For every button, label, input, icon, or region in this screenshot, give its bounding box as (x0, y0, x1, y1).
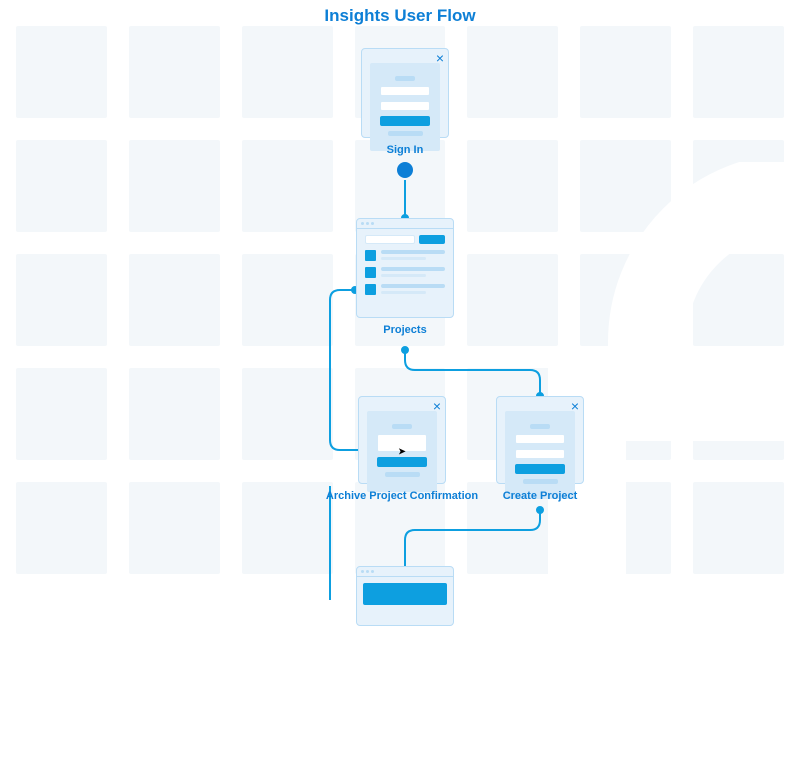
close-icon: × (436, 51, 444, 65)
node-partial[interactable] (356, 566, 454, 626)
wireframe-heading (530, 424, 550, 429)
wireframe-field (380, 86, 430, 96)
node-projects[interactable]: Projects (356, 218, 454, 318)
wireframe-button (380, 116, 430, 126)
wireframe-heading (392, 424, 412, 429)
wireframe-button (377, 457, 427, 467)
list-item (365, 267, 445, 278)
node-label: Projects (356, 318, 454, 336)
wireframe-hero (363, 583, 447, 605)
window-titlebar (357, 219, 453, 229)
wireframe-button (515, 464, 565, 474)
wireframe-button (419, 235, 445, 244)
node-label: Archive Project Confirmation (322, 484, 482, 502)
wireframe-text (385, 472, 420, 477)
lock-icon (397, 162, 413, 178)
wireframe-field (380, 101, 430, 111)
node-label: Create Project (496, 484, 584, 502)
wireframe-field (515, 449, 565, 459)
list-item (365, 250, 445, 261)
node-create-project[interactable]: × Create Project (496, 396, 584, 484)
node-archive-confirmation[interactable]: × ➤ Archive Project Confirmation (358, 396, 446, 484)
wireframe-text (388, 131, 423, 136)
window-titlebar (357, 567, 453, 577)
wireframe-heading (395, 76, 415, 81)
node-signin[interactable]: × Sign In (361, 48, 449, 138)
node-label: Sign In (361, 138, 449, 156)
wireframe-search (365, 235, 415, 244)
diagram-canvas[interactable]: × Sign In (0, 0, 800, 600)
wireframe-field (515, 434, 565, 444)
list-item (365, 284, 445, 295)
cursor-icon: ➤ (398, 446, 406, 457)
close-icon: × (571, 399, 579, 413)
